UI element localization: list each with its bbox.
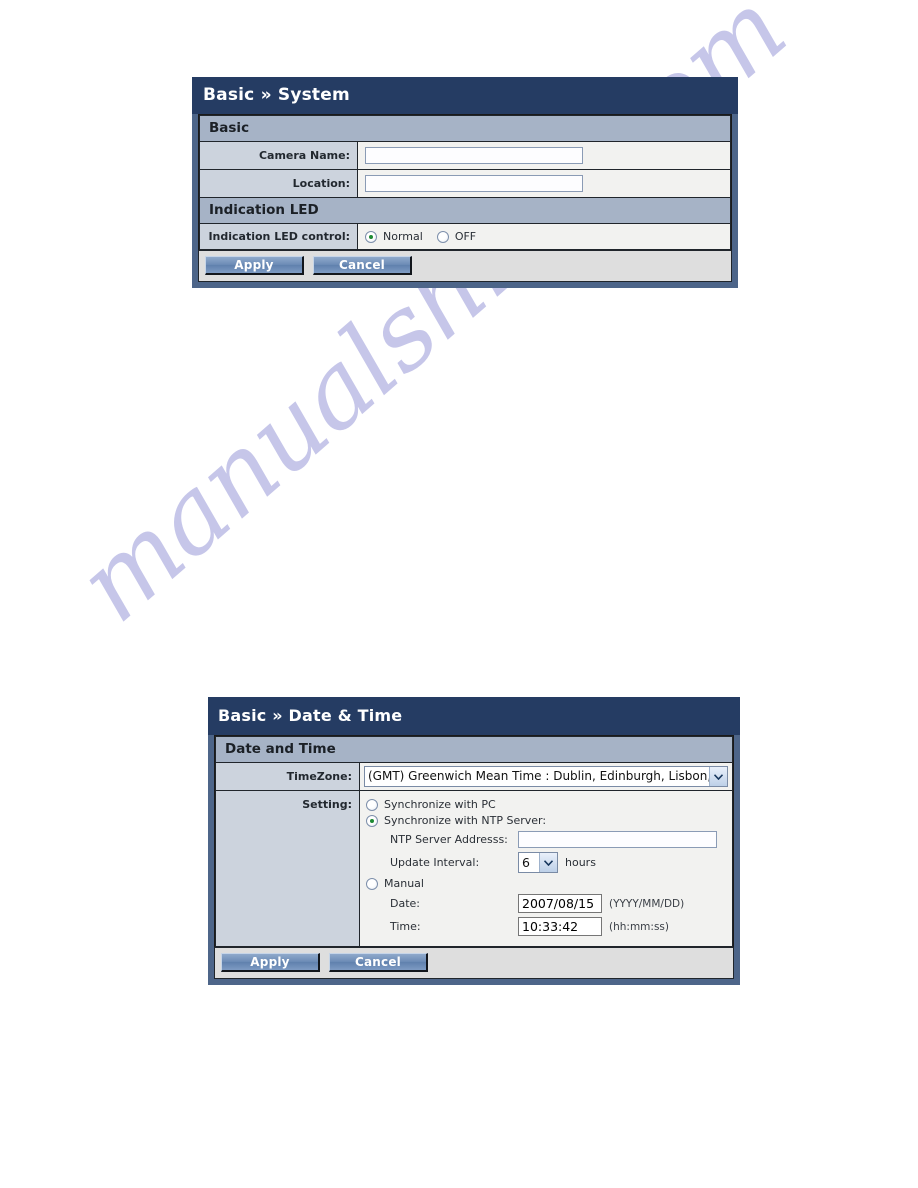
apply-button-system[interactable]: Apply bbox=[205, 256, 304, 275]
camera-name-input[interactable] bbox=[365, 147, 583, 164]
update-interval-select-value: 6 bbox=[522, 855, 530, 870]
label-manual-date: Date: bbox=[390, 897, 420, 910]
cancel-button-date-time[interactable]: Cancel bbox=[329, 953, 428, 972]
panel-footer-basic-system: Apply Cancel bbox=[198, 250, 732, 282]
setting-options-group: Synchronize with PC Synchronize with NTP… bbox=[360, 791, 732, 946]
field-row-manual-time: Time: 10:33:42 (hh:mm:ss) bbox=[366, 917, 732, 936]
field-row-update-interval: Update Interval: 6 hours bbox=[366, 852, 732, 873]
radio-label-manual: Manual bbox=[384, 877, 424, 890]
field-row-ntp-server-address: NTP Server Addresss: bbox=[366, 831, 732, 848]
radio-label-sync-with-ntp-server: Synchronize with NTP Server: bbox=[384, 814, 547, 827]
label-manual-time: Time: bbox=[390, 920, 421, 933]
section-header-row-basic: Basic bbox=[199, 115, 731, 142]
radio-option-led-normal[interactable]: Normal bbox=[365, 230, 423, 243]
radio-icon-manual[interactable] bbox=[366, 877, 378, 890]
label-update-interval: Update Interval: bbox=[390, 856, 480, 869]
panel-title-basic-date-time: Basic » Date & Time bbox=[208, 697, 740, 735]
apply-button-date-time[interactable]: Apply bbox=[221, 953, 320, 972]
manual-time-input[interactable]: 10:33:42 bbox=[518, 917, 602, 936]
radio-label-sync-with-pc: Synchronize with PC bbox=[384, 798, 496, 811]
section-header-row-date-and-time: Date and Time bbox=[215, 736, 733, 763]
chevron-down-icon[interactable] bbox=[539, 853, 557, 872]
radio-icon-led-normal[interactable] bbox=[365, 230, 377, 243]
radio-option-sync-with-ntp-server[interactable]: Synchronize with NTP Server: bbox=[366, 814, 732, 827]
value-cell-timezone: (GMT) Greenwich Mean Time : Dublin, Edin… bbox=[359, 762, 733, 791]
section-header-date-and-time: Date and Time bbox=[215, 736, 733, 763]
manual-date-input[interactable]: 2007/08/15 bbox=[518, 894, 602, 913]
value-cell-camera-name bbox=[357, 141, 731, 170]
label-setting: Setting: bbox=[215, 790, 360, 947]
timezone-select-value: (GMT) Greenwich Mean Time : Dublin, Edin… bbox=[368, 769, 709, 783]
radio-option-led-off[interactable]: OFF bbox=[436, 230, 477, 243]
value-cell-setting: Synchronize with PC Synchronize with NTP… bbox=[359, 790, 733, 947]
field-row-manual-date: Date: 2007/08/15 (YYYY/MM/DD) bbox=[366, 894, 732, 913]
table-row-setting: Setting: Synchronize with PC Synchronize… bbox=[215, 790, 733, 947]
panel-title-basic-system: Basic » System bbox=[192, 77, 738, 114]
panel-body-basic-date-time: Date and Time TimeZone: (GMT) Greenwich … bbox=[214, 735, 734, 947]
ntp-server-address-input[interactable] bbox=[518, 831, 717, 848]
section-header-indication-led: Indication LED bbox=[199, 197, 731, 224]
label-camera-name: Camera Name: bbox=[199, 141, 358, 170]
table-row-indication-led-control: Indication LED control: Normal OFF bbox=[199, 223, 731, 250]
basic-system-table: Basic Camera Name: Location: Indication … bbox=[199, 115, 731, 250]
section-header-row-indication-led: Indication LED bbox=[199, 197, 731, 224]
panel-body-basic-system: Basic Camera Name: Location: Indication … bbox=[198, 114, 732, 250]
panel-footer-basic-date-time: Apply Cancel bbox=[214, 947, 734, 979]
radio-label-led-off: OFF bbox=[454, 230, 477, 243]
timezone-select[interactable]: (GMT) Greenwich Mean Time : Dublin, Edin… bbox=[364, 766, 728, 787]
label-timezone: TimeZone: bbox=[215, 762, 360, 791]
panel-basic-system: Basic » System Basic Camera Name: Locati… bbox=[192, 77, 738, 288]
section-header-basic: Basic bbox=[199, 115, 731, 142]
update-interval-select[interactable]: 6 bbox=[518, 852, 558, 873]
hint-manual-time-format: (hh:mm:ss) bbox=[609, 920, 669, 933]
radio-option-sync-with-pc[interactable]: Synchronize with PC bbox=[366, 798, 732, 811]
chevron-down-icon[interactable] bbox=[709, 767, 727, 786]
update-interval-unit: hours bbox=[565, 856, 596, 869]
value-cell-indication-led-control: Normal OFF bbox=[357, 223, 731, 250]
radio-label-led-normal: Normal bbox=[383, 230, 423, 243]
label-ntp-server-address: NTP Server Addresss: bbox=[390, 833, 508, 846]
panel-basic-date-time: Basic » Date & Time Date and Time TimeZo… bbox=[208, 697, 740, 985]
radio-icon-sync-with-ntp-server[interactable] bbox=[366, 814, 378, 827]
location-input[interactable] bbox=[365, 175, 583, 192]
radio-icon-led-off[interactable] bbox=[436, 230, 449, 243]
table-row-timezone: TimeZone: (GMT) Greenwich Mean Time : Du… bbox=[215, 762, 733, 791]
value-cell-location bbox=[357, 169, 731, 198]
radio-option-manual[interactable]: Manual bbox=[366, 877, 732, 890]
label-indication-led-control: Indication LED control: bbox=[199, 223, 358, 250]
cancel-button-system[interactable]: Cancel bbox=[313, 256, 412, 275]
date-time-table: Date and Time TimeZone: (GMT) Greenwich … bbox=[215, 736, 733, 947]
table-row-location: Location: bbox=[199, 169, 731, 198]
radio-icon-sync-with-pc[interactable] bbox=[366, 798, 378, 811]
hint-manual-date-format: (YYYY/MM/DD) bbox=[609, 897, 685, 910]
label-location: Location: bbox=[199, 169, 358, 198]
table-row-camera-name: Camera Name: bbox=[199, 141, 731, 170]
